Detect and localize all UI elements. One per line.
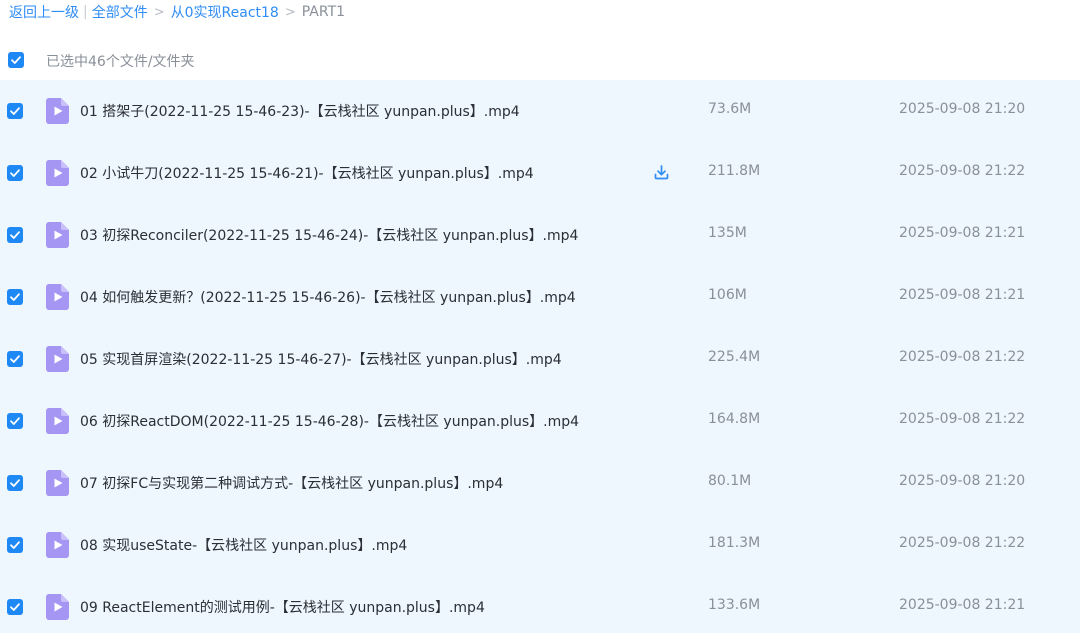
file-modified-date: 2025-09-08 21:22 — [899, 163, 1026, 179]
file-size: 135M — [708, 225, 747, 241]
video-file-icon — [46, 346, 69, 372]
checkmark-icon — [10, 355, 20, 363]
file-name[interactable]: 05 实现首屏渲染(2022-11-25 15-46-27)-【云栈社区 yun… — [80, 349, 562, 369]
file-modified-date: 2025-09-08 21:20 — [899, 101, 1026, 117]
checkmark-icon — [10, 293, 20, 301]
file-row[interactable]: 04 如何触发更新？(2022-11-25 15-46-26)-【云栈社区 yu… — [0, 266, 1080, 328]
video-file-icon — [46, 222, 69, 248]
video-file-icon — [46, 408, 69, 434]
file-browser: 返回上一级 | 全部文件 > 从0实现React18 > PART1 已选中46… — [0, 0, 1080, 633]
file-modified-date: 2025-09-08 21:21 — [899, 225, 1026, 241]
checkmark-icon — [10, 231, 20, 239]
file-modified-date: 2025-09-08 21:22 — [899, 535, 1026, 551]
file-name[interactable]: 09 ReactElement的测试用例-【云栈社区 yunpan.plus】.… — [80, 597, 485, 617]
breadcrumb: 返回上一级 | 全部文件 > 从0实现React18 > PART1 — [9, 1, 345, 23]
checkmark-icon — [10, 541, 20, 549]
row-checkbox[interactable] — [7, 103, 23, 119]
file-modified-date: 2025-09-08 21:21 — [899, 597, 1026, 613]
file-size: 181.3M — [708, 535, 761, 551]
video-file-icon — [46, 594, 69, 620]
checkmark-icon — [11, 56, 21, 64]
select-all-bar: 已选中46个文件/文件夹 — [0, 46, 1080, 74]
file-row[interactable]: 05 实现首屏渲染(2022-11-25 15-46-27)-【云栈社区 yun… — [0, 328, 1080, 390]
file-size: 133.6M — [708, 597, 761, 613]
checkmark-icon — [10, 479, 20, 487]
row-checkbox[interactable] — [7, 413, 23, 429]
file-modified-date: 2025-09-08 21:22 — [899, 349, 1026, 365]
row-checkbox[interactable] — [7, 475, 23, 491]
file-modified-date: 2025-09-08 21:20 — [899, 473, 1026, 489]
file-name[interactable]: 01 搭架子(2022-11-25 15-46-23)-【云栈社区 yunpan… — [80, 101, 520, 121]
file-size: 211.8M — [708, 163, 761, 179]
video-file-icon — [46, 532, 69, 558]
row-checkbox[interactable] — [7, 351, 23, 367]
file-modified-date: 2025-09-08 21:22 — [899, 411, 1026, 427]
breadcrumb-parent-link[interactable]: 从0实现React18 — [171, 2, 279, 22]
video-file-icon — [46, 98, 69, 124]
file-list: 01 搭架子(2022-11-25 15-46-23)-【云栈社区 yunpan… — [0, 80, 1080, 633]
selection-summary: 已选中46个文件/文件夹 — [46, 54, 195, 70]
video-file-icon — [46, 160, 69, 186]
checkmark-icon — [10, 107, 20, 115]
file-row[interactable]: 03 初探Reconciler(2022-11-25 15-46-24)-【云栈… — [0, 204, 1080, 266]
file-name[interactable]: 06 初探ReactDOM(2022-11-25 15-46-28)-【云栈社区… — [80, 411, 579, 431]
file-size: 164.8M — [708, 411, 761, 427]
file-row[interactable]: 09 ReactElement的测试用例-【云栈社区 yunpan.plus】.… — [0, 576, 1080, 633]
row-checkbox[interactable] — [7, 599, 23, 615]
file-name[interactable]: 04 如何触发更新？(2022-11-25 15-46-26)-【云栈社区 yu… — [80, 287, 576, 307]
download-icon[interactable] — [653, 164, 670, 181]
breadcrumb-all-files-link[interactable]: 全部文件 — [92, 2, 148, 22]
select-all-checkbox[interactable] — [8, 52, 24, 68]
file-size: 106M — [708, 287, 747, 303]
file-row[interactable]: 06 初探ReactDOM(2022-11-25 15-46-28)-【云栈社区… — [0, 390, 1080, 452]
file-row[interactable]: 08 实现useState-【云栈社区 yunpan.plus】.mp4 181.… — [0, 514, 1080, 576]
file-size: 225.4M — [708, 349, 761, 365]
breadcrumb-current: PART1 — [301, 4, 346, 20]
video-file-icon — [46, 470, 69, 496]
file-row[interactable]: 07 初探FC与实现第二种调试方式-【云栈社区 yunpan.plus】.mp4… — [0, 452, 1080, 514]
file-size: 73.6M — [708, 101, 752, 117]
file-row[interactable]: 02 小试牛刀(2022-11-25 15-46-21)-【云栈社区 yunpa… — [0, 142, 1080, 204]
row-checkbox[interactable] — [7, 165, 23, 181]
row-checkbox[interactable] — [7, 289, 23, 305]
file-size: 80.1M — [708, 473, 752, 489]
row-checkbox[interactable] — [7, 537, 23, 553]
checkmark-icon — [10, 603, 20, 611]
breadcrumb-separator: > — [284, 4, 296, 20]
video-file-icon — [46, 284, 69, 310]
file-row[interactable]: 01 搭架子(2022-11-25 15-46-23)-【云栈社区 yunpan… — [0, 80, 1080, 142]
breadcrumb-separator: > — [153, 4, 165, 20]
file-modified-date: 2025-09-08 21:21 — [899, 287, 1026, 303]
file-name[interactable]: 08 实现useState-【云栈社区 yunpan.plus】.mp4 — [80, 535, 407, 555]
breadcrumb-back-link[interactable]: 返回上一级 — [9, 2, 79, 22]
row-checkbox[interactable] — [7, 227, 23, 243]
checkmark-icon — [10, 417, 20, 425]
breadcrumb-divider: | — [83, 4, 88, 20]
checkmark-icon — [10, 169, 20, 177]
file-name[interactable]: 07 初探FC与实现第二种调试方式-【云栈社区 yunpan.plus】.mp4 — [80, 473, 503, 493]
file-name[interactable]: 03 初探Reconciler(2022-11-25 15-46-24)-【云栈… — [80, 225, 578, 245]
file-name[interactable]: 02 小试牛刀(2022-11-25 15-46-21)-【云栈社区 yunpa… — [80, 163, 534, 183]
